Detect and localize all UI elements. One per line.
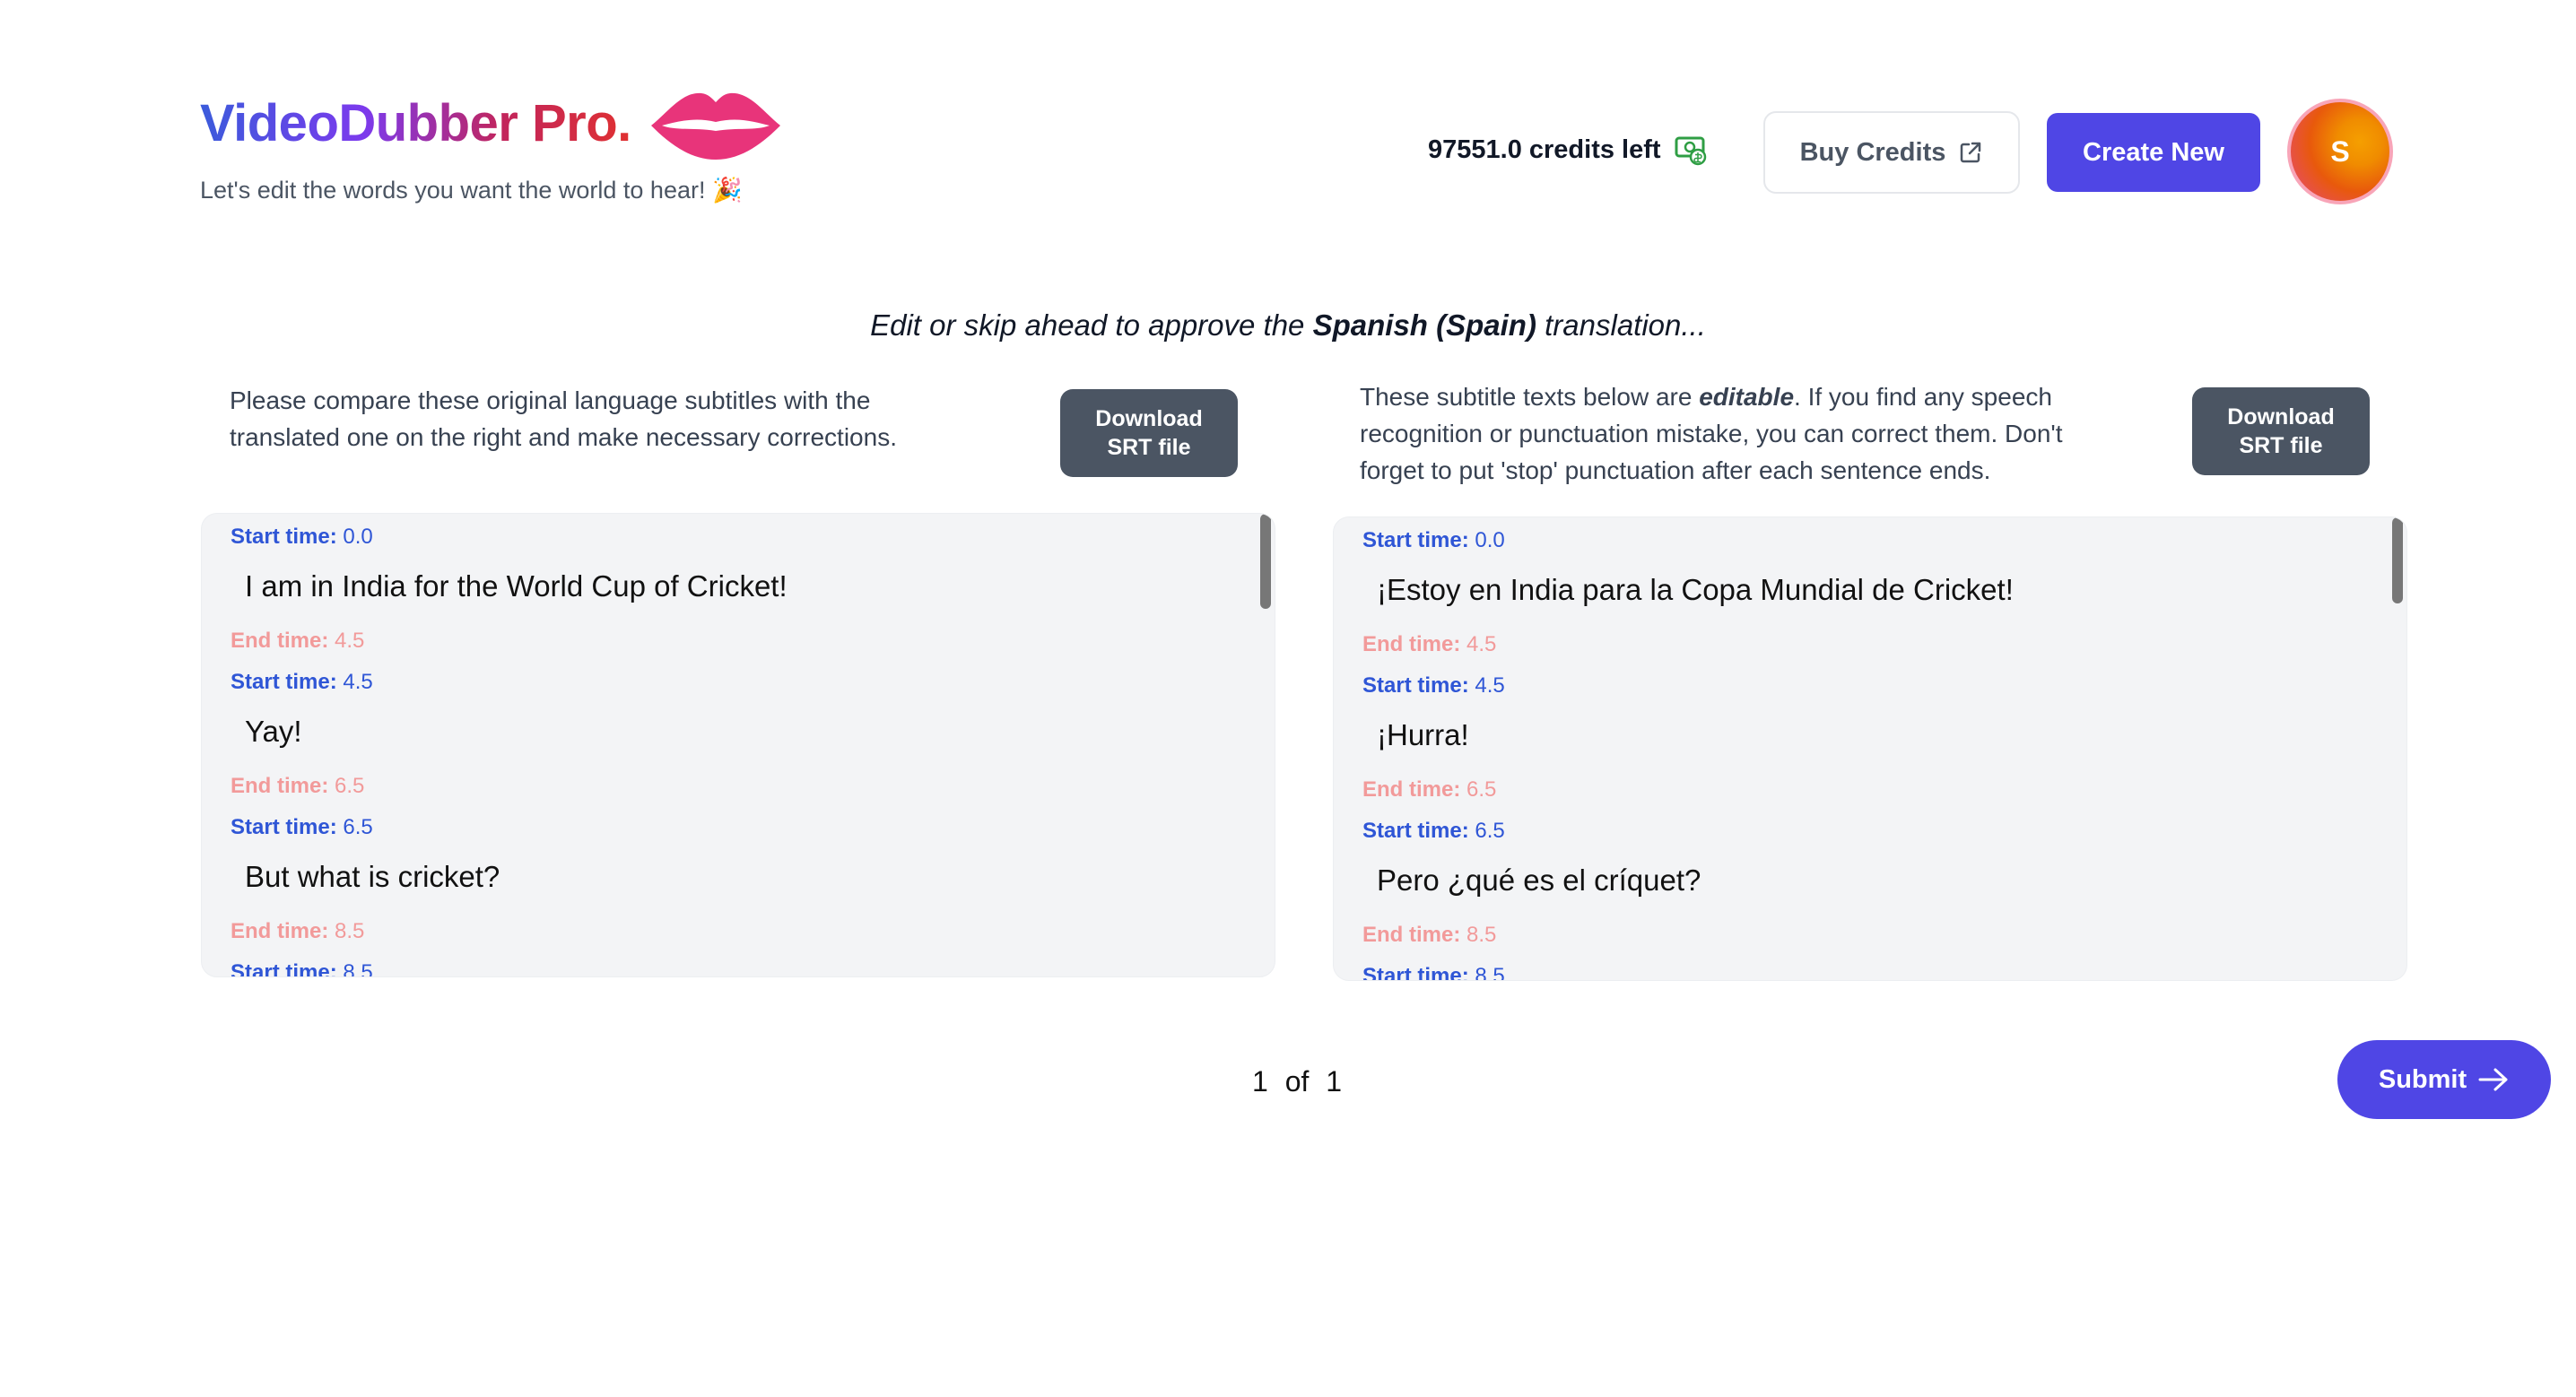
scroll-thumb[interactable] xyxy=(1260,514,1271,609)
start-time: Start time: 8.5 xyxy=(231,960,373,977)
scrollbar[interactable] xyxy=(2390,517,2405,980)
subtitle-entry: Start time: 0.0 ¡Estoy en India para la C… xyxy=(1362,525,2371,670)
start-time-label: Start time: xyxy=(231,525,337,549)
subtitle-entry: Start time: 0.0 I am in India for the Wor… xyxy=(231,521,1239,666)
buy-credits-button[interactable]: Buy Credits xyxy=(1763,111,2020,194)
end-time-label: End time: xyxy=(1362,923,1461,947)
end-time-label: End time: xyxy=(231,919,329,943)
download-translated-srt-button[interactable]: Download SRT file xyxy=(2192,387,2370,475)
start-time: Start time: 4.5 xyxy=(1362,673,1505,698)
start-time: Start time: 6.5 xyxy=(231,815,373,840)
external-link-icon xyxy=(1958,140,1983,165)
subtitle-text-editable[interactable]: ¡Hurra! xyxy=(1377,718,1469,752)
start-time-value: 8.5 xyxy=(343,960,373,977)
instruction-language: Spanish (Spain) xyxy=(1312,308,1536,342)
start-time-value: 0.0 xyxy=(343,525,373,549)
page-total: 1 xyxy=(1326,1065,1343,1098)
submit-button[interactable]: Submit xyxy=(2337,1040,2551,1119)
end-time-label: End time: xyxy=(1362,777,1461,802)
start-time: Start time: 6.5 xyxy=(1362,819,1505,844)
start-time-label: Start time: xyxy=(1362,673,1469,698)
start-time-label: Start time: xyxy=(1362,964,1469,981)
download-label-line2: SRT file xyxy=(1107,435,1191,460)
start-time-value: 4.5 xyxy=(343,670,373,694)
lips-icon xyxy=(649,86,782,161)
subtitle-entry: Start time: 8.5 xyxy=(1362,960,2371,981)
avatar[interactable]: S xyxy=(2287,99,2393,204)
start-time-value: 4.5 xyxy=(1475,673,1505,698)
scroll-thumb[interactable] xyxy=(2392,517,2403,603)
credits-display: 97551.0 credits left xyxy=(1428,133,1708,167)
subtitle-entry: Start time: 8.5 xyxy=(231,957,1239,977)
start-time: Start time: 8.5 xyxy=(1362,964,1505,981)
end-time-value: 4.5 xyxy=(1466,632,1497,656)
original-entries: Start time: 0.0 I am in India for the Wor… xyxy=(231,521,1239,977)
end-time-value: 6.5 xyxy=(1466,777,1497,802)
start-time-label: Start time: xyxy=(231,815,337,839)
translated-subtitles-description: These subtitle texts below are editable.… xyxy=(1360,378,2131,489)
download-label-line1: Download xyxy=(1095,406,1203,431)
subtitle-text-editable[interactable]: Pero ¿qué es el críquet? xyxy=(1377,863,1701,898)
page-current: 1 xyxy=(1252,1065,1268,1098)
original-subtitles-description: Please compare these original language s… xyxy=(230,386,897,451)
start-time-label: Start time: xyxy=(1362,819,1469,843)
end-time-value: 8.5 xyxy=(335,919,365,943)
instruction-suffix: translation... xyxy=(1536,308,1706,342)
subtitle-text: But what is cricket? xyxy=(245,860,500,893)
end-time: End time: 6.5 xyxy=(1362,777,1496,803)
download-original-srt-button[interactable]: Download SRT file xyxy=(1060,389,1238,477)
brand-title: VideoDubber Pro. xyxy=(200,86,782,161)
start-time-value: 6.5 xyxy=(343,815,373,839)
subtitle-entry: Start time: 6.5 But what is cricket? End t… xyxy=(231,811,1239,957)
start-time-label: Start time: xyxy=(231,670,337,694)
end-time-value: 4.5 xyxy=(335,629,365,653)
start-time-label: Start time: xyxy=(231,960,337,977)
subtitle-text: I am in India for the World Cup of Crick… xyxy=(245,569,788,603)
end-time: End time: 8.5 xyxy=(1362,923,1496,948)
download-label-line1: Download xyxy=(2227,404,2335,430)
tagline: Let's edit the words you want the world … xyxy=(200,177,743,204)
end-time: End time: 4.5 xyxy=(231,629,364,654)
start-time: Start time: 0.0 xyxy=(231,525,373,550)
download-label-line2: SRT file xyxy=(2239,433,2323,458)
end-time-value: 6.5 xyxy=(335,774,365,798)
instruction-prefix: Edit or skip ahead to approve the xyxy=(870,308,1313,342)
translated-subtitles-list[interactable]: Start time: 0.0 ¡Estoy en India para la C… xyxy=(1333,516,2407,981)
translated-entries: Start time: 0.0 ¡Estoy en India para la C… xyxy=(1362,525,2371,981)
start-time-value: 8.5 xyxy=(1475,964,1505,981)
end-time-value: 8.5 xyxy=(1466,923,1497,947)
submit-label: Submit xyxy=(2378,1064,2467,1094)
end-time-label: End time: xyxy=(1362,632,1461,656)
end-time: End time: 8.5 xyxy=(231,919,364,944)
scrollbar[interactable] xyxy=(1258,514,1273,976)
subtitle-entry: Start time: 4.5 ¡Hurra! End time: 6.5 xyxy=(1362,670,2371,815)
page-instruction: Edit or skip ahead to approve the Spanis… xyxy=(0,308,2576,343)
page-separator: of xyxy=(1284,1065,1310,1098)
end-time: End time: 4.5 xyxy=(1362,632,1496,657)
arrow-right-icon xyxy=(2477,1066,2510,1093)
description-prefix: These subtitle texts below are xyxy=(1360,383,1700,411)
buy-credits-label: Buy Credits xyxy=(1799,137,1946,167)
subtitle-text: Yay! xyxy=(245,715,302,748)
start-time: Start time: 4.5 xyxy=(231,670,373,695)
create-new-button[interactable]: Create New xyxy=(2047,113,2260,192)
money-icon xyxy=(1674,133,1708,167)
subtitle-entry: Start time: 6.5 Pero ¿qué es el críquet? E… xyxy=(1362,815,2371,960)
end-time: End time: 6.5 xyxy=(231,774,364,799)
original-subtitles-list[interactable]: Start time: 0.0 I am in India for the Wor… xyxy=(201,513,1275,977)
end-time-label: End time: xyxy=(231,629,329,653)
start-time-label: Start time: xyxy=(1362,528,1469,552)
description-emphasis: editable xyxy=(1699,383,1795,411)
brand: VideoDubber Pro. Let's edit the words yo… xyxy=(200,86,782,204)
brand-name[interactable]: VideoDubber Pro. xyxy=(200,86,631,161)
subtitle-entry: Start time: 4.5 Yay! End time: 6.5 xyxy=(231,666,1239,811)
end-time-label: End time: xyxy=(231,774,329,798)
start-time-value: 0.0 xyxy=(1475,528,1505,552)
start-time: Start time: 0.0 xyxy=(1362,528,1505,553)
pagination: 1 of 1 xyxy=(1252,1065,1342,1098)
credits-text: 97551.0 credits left xyxy=(1428,134,1661,164)
start-time-value: 6.5 xyxy=(1475,819,1505,843)
subtitle-text-editable[interactable]: ¡Estoy en India para la Copa Mundial de … xyxy=(1377,573,2014,607)
